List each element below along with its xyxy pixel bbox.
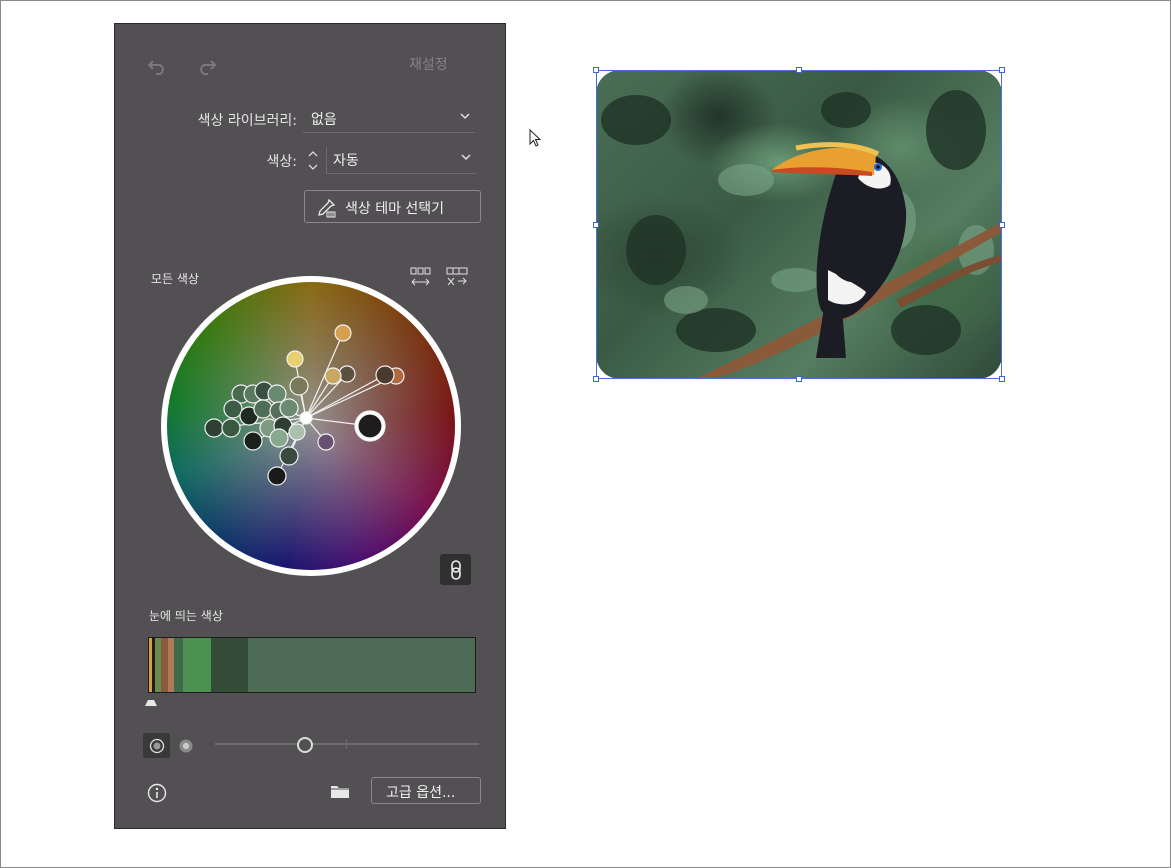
resize-handle-top-right[interactable] bbox=[999, 67, 1005, 73]
eyedropper-icon bbox=[315, 197, 337, 223]
colors-count-dropdown[interactable]: 자동 bbox=[326, 147, 476, 174]
brightness-slider-knob[interactable] bbox=[297, 737, 313, 753]
resize-handle-right[interactable] bbox=[999, 222, 1005, 228]
color-library-value: 없음 bbox=[311, 112, 337, 128]
prominent-color-swatch[interactable] bbox=[248, 638, 475, 692]
prominent-colors-label: 눈에 띄는 색상 bbox=[149, 609, 223, 623]
color-markers[interactable] bbox=[161, 276, 461, 576]
color-theme-picker-label: 색상 테마 선택기 bbox=[345, 201, 445, 217]
prominent-colors-bar[interactable] bbox=[148, 637, 476, 693]
link-harmony-icon[interactable] bbox=[440, 554, 471, 585]
info-icon[interactable] bbox=[147, 783, 167, 807]
brightness-slider-track[interactable] bbox=[215, 743, 479, 745]
prominent-colors-handle[interactable] bbox=[144, 692, 158, 711]
resize-handle-left[interactable] bbox=[593, 222, 599, 228]
display-mode-smooth-icon[interactable] bbox=[143, 733, 170, 758]
chevron-down-icon bbox=[459, 110, 471, 126]
folder-icon[interactable] bbox=[329, 782, 351, 804]
display-mode-segmented-icon[interactable] bbox=[175, 733, 197, 758]
advanced-options-label: 고급 옵션... bbox=[386, 785, 456, 801]
prominent-color-swatch[interactable] bbox=[211, 638, 249, 692]
resize-handle-bottom-right[interactable] bbox=[999, 376, 1005, 382]
colors-count-label: 색상: bbox=[266, 154, 297, 170]
advanced-options-button[interactable]: 고급 옵션... bbox=[371, 777, 481, 804]
resize-handle-bottom[interactable] bbox=[796, 376, 802, 382]
chevron-down-icon bbox=[460, 151, 472, 167]
artwork-selection[interactable] bbox=[593, 67, 1005, 382]
redo-icon[interactable] bbox=[193, 56, 219, 76]
slider-midpoint-tick bbox=[346, 739, 347, 749]
mouse-cursor-icon bbox=[529, 128, 543, 153]
resize-handle-top[interactable] bbox=[796, 67, 802, 73]
resize-handle-bottom-left[interactable] bbox=[593, 376, 599, 382]
selection-bounding-box[interactable] bbox=[596, 70, 1002, 379]
undo-icon[interactable] bbox=[145, 56, 171, 76]
colors-count-value: 자동 bbox=[333, 153, 359, 169]
colors-stepper[interactable] bbox=[306, 148, 320, 174]
resize-handle-top-left[interactable] bbox=[593, 67, 599, 73]
reset-button[interactable]: 재설정 bbox=[409, 54, 448, 74]
prominent-color-swatch[interactable] bbox=[183, 638, 212, 692]
prominent-color-swatch[interactable] bbox=[173, 638, 184, 692]
color-library-label: 색상 라이브러리: bbox=[197, 113, 297, 129]
color-library-dropdown[interactable]: 없음 bbox=[303, 106, 475, 133]
recolor-artwork-panel: 재설정 색상 라이브러리: 없음 색상: 자동 색상 테마 선택기 모든 색상 bbox=[114, 23, 506, 829]
color-theme-picker-button[interactable]: 색상 테마 선택기 bbox=[304, 190, 481, 223]
